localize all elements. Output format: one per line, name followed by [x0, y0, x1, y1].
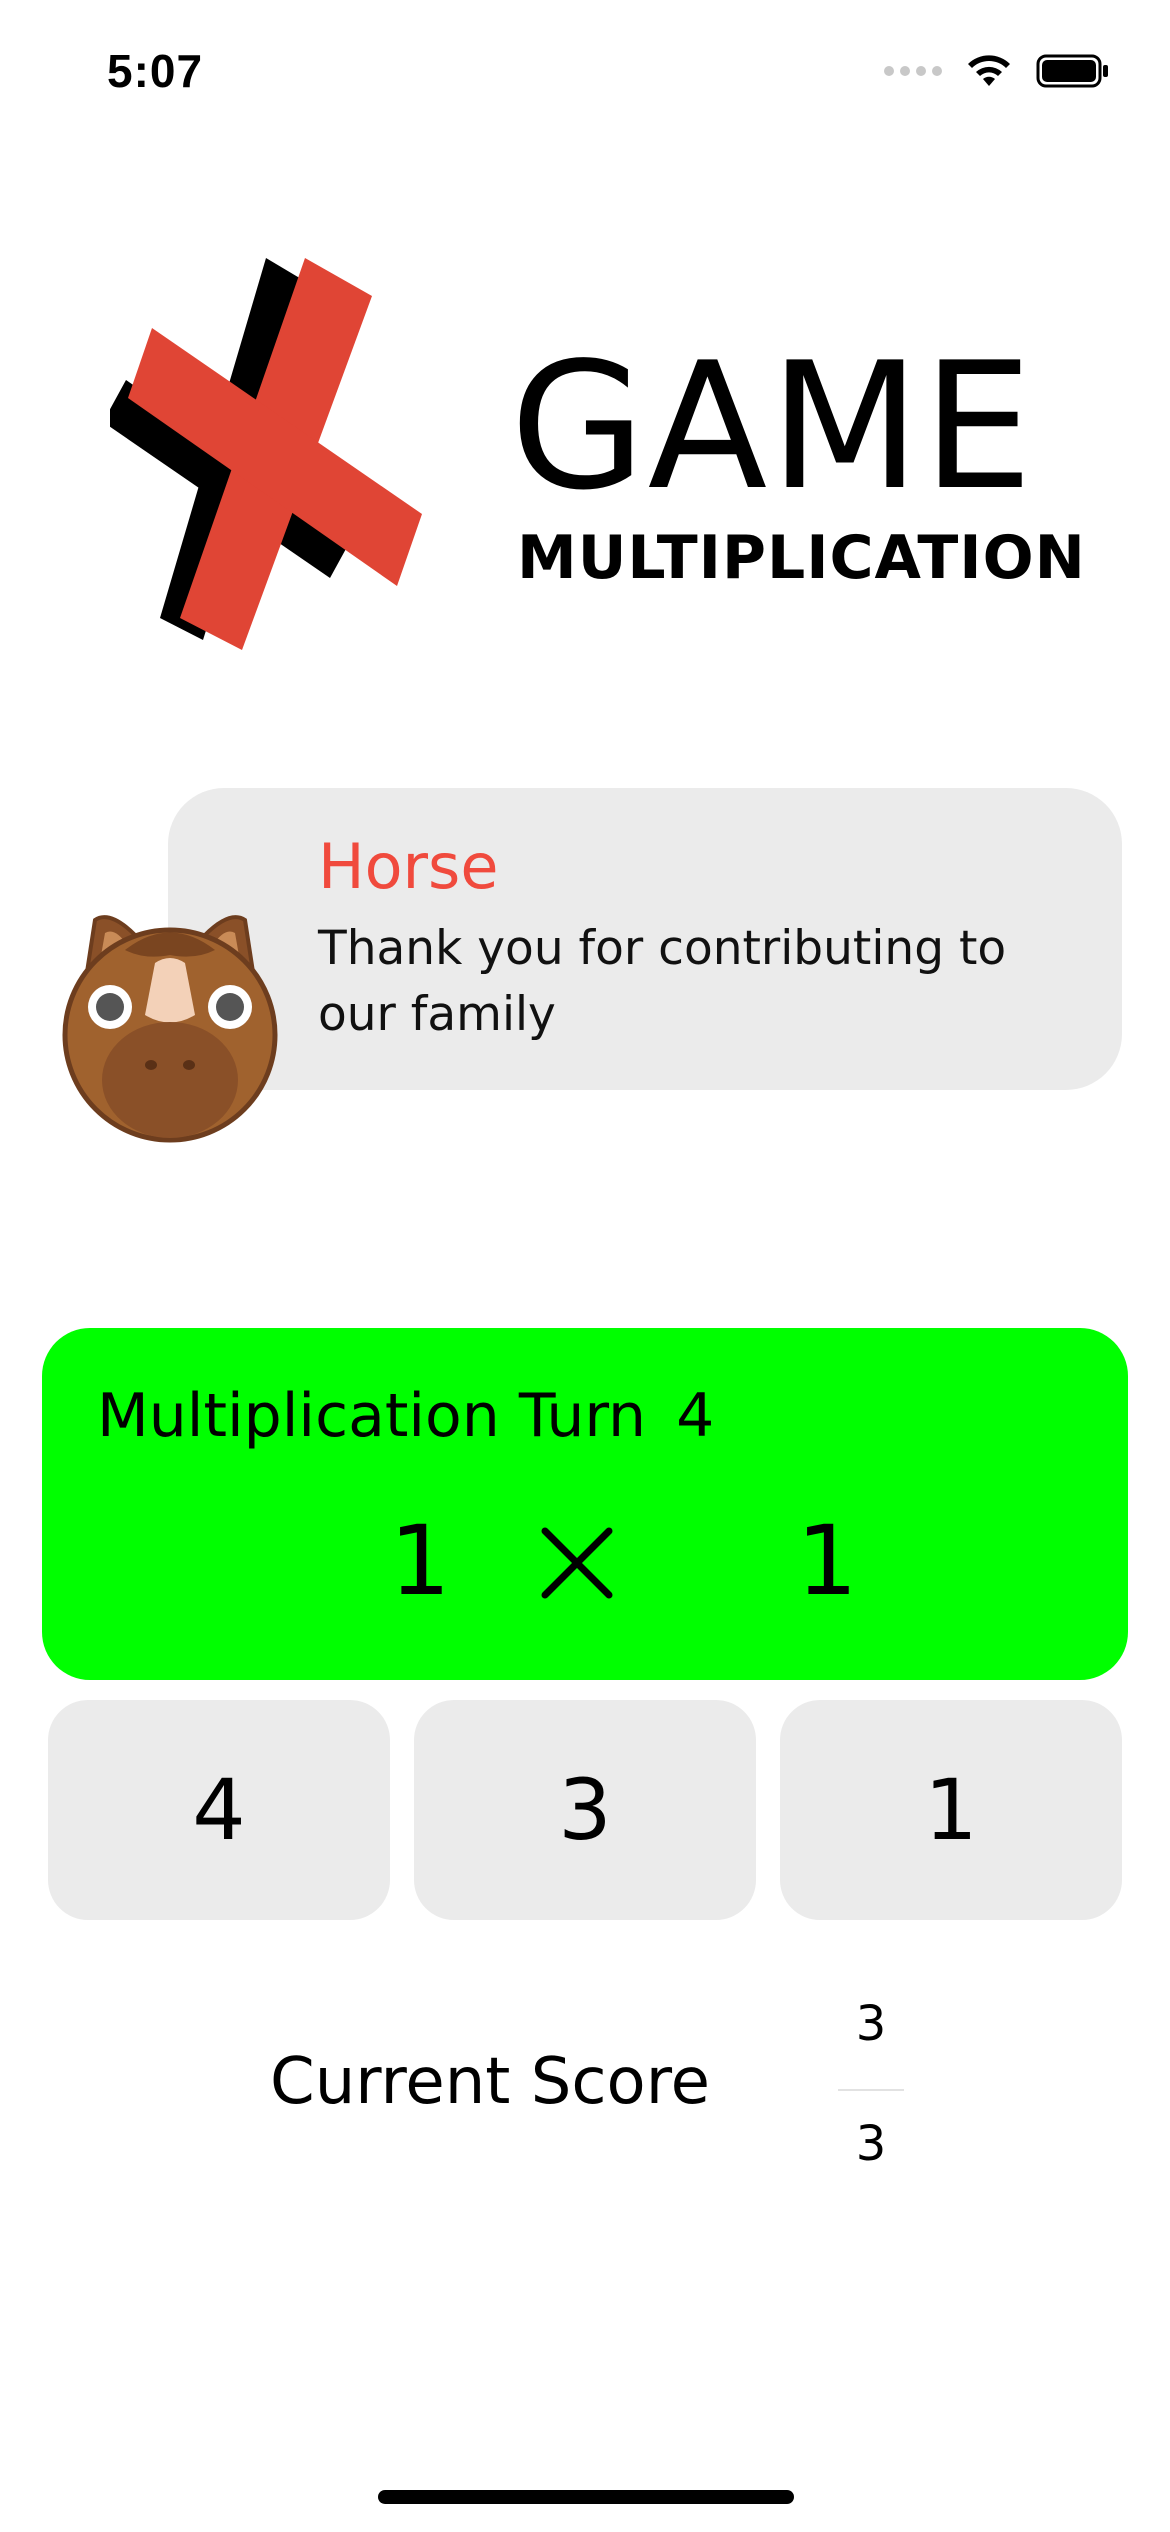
status-icons [884, 52, 1110, 90]
question-card: Multiplication Turn 4 1 1 [42, 1328, 1128, 1680]
logo-title: GAME [510, 326, 1035, 529]
right-operand: 1 [796, 1505, 858, 1617]
answer-button-1[interactable]: 4 [48, 1700, 390, 1920]
score-label: Current Score [270, 2045, 710, 2119]
fraction-divider [838, 2089, 904, 2091]
logo-subtitle: MULTIPLICATION [517, 523, 1086, 593]
score-denominator: 3 [855, 2116, 887, 2172]
answer-button-2[interactable]: 3 [414, 1700, 756, 1920]
signal-dots-icon [884, 66, 942, 76]
turn-number: 4 [676, 1381, 715, 1451]
turn-label: Multiplication Turn [97, 1381, 647, 1451]
status-time: 5:07 [107, 45, 204, 97]
turn-row: Multiplication Turn 4 [97, 1386, 714, 1446]
multiplication-cross-icon [110, 258, 422, 650]
battery-icon [1036, 54, 1108, 88]
left-operand: 1 [389, 1505, 451, 1617]
wifi-icon [968, 55, 1010, 86]
answer-buttons: 4 3 1 [48, 1700, 1124, 1920]
equation: 1 1 [42, 1513, 1128, 1633]
multiply-icon [541, 1527, 613, 1599]
answer-button-3[interactable]: 1 [780, 1700, 1122, 1920]
game-logo: GAME MULTIPLICATION [110, 250, 1085, 670]
message-bubble: Horse Thank you for contributing to our … [168, 788, 1122, 1090]
score-numerator: 3 [855, 1996, 887, 2052]
message-sender-name: Horse [318, 830, 499, 903]
message-text: Thank you for contributing to our family [318, 921, 1007, 1042]
home-indicator[interactable] [378, 2490, 794, 2504]
horse-avatar-icon [55, 905, 285, 1150]
